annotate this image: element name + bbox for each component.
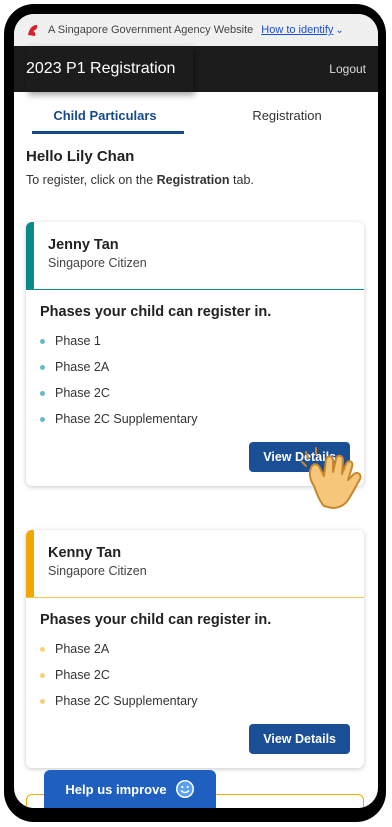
gov-masthead-text: A Singapore Government Agency Website (48, 24, 254, 36)
greeting-section: Hello Lily Chan To register, click on th… (14, 138, 378, 187)
phase-item: Phase 2A (40, 354, 350, 380)
lion-logo-icon (28, 25, 38, 36)
phase-item: Phase 2C (40, 380, 350, 406)
logout-button[interactable]: Logout (329, 62, 366, 76)
help-us-improve-button[interactable]: Help us improve (44, 770, 216, 808)
child-card-header: Kenny Tan Singapore Citizen (26, 530, 364, 598)
button-row: View Details (40, 724, 350, 754)
child-name: Kenny Tan (48, 545, 122, 561)
phone-frame: A Singapore Government Agency Website Ho… (4, 4, 386, 822)
chevron-down-icon: ⌄ (335, 25, 344, 36)
card-divider (26, 597, 364, 598)
app-header: 2023 P1 Registration Logout (14, 46, 378, 92)
card-accent-bar (26, 530, 34, 598)
tap-hand-icon (301, 447, 362, 509)
child-citizenship: Singapore Citizen (48, 256, 147, 270)
how-to-identify-link[interactable]: How to identify ⌄ (261, 24, 344, 36)
tab-bar: Child Particulars Registration (14, 92, 378, 138)
smiley-icon (175, 780, 194, 798)
card-accent-bar (26, 222, 34, 290)
phase-item: Phase 2A (40, 636, 350, 662)
greeting-title: Hello Lily Chan (26, 148, 135, 165)
app-title: 2023 P1 Registration (26, 60, 176, 77)
child-citizenship: Singapore Citizen (48, 564, 147, 578)
card-divider (26, 289, 364, 290)
tab-registration[interactable]: Registration (196, 92, 378, 138)
phase-item: Phase 2C (40, 662, 350, 688)
child-card-header: Jenny Tan Singapore Citizen (26, 222, 364, 290)
child-name: Jenny Tan (48, 237, 119, 253)
greeting-instruction: To register, click on the Registration t… (26, 173, 254, 187)
screen: A Singapore Government Agency Website Ho… (14, 14, 378, 808)
app-title-box: 2023 P1 Registration (26, 46, 193, 92)
phases-title: Phases your child can register in. (40, 612, 272, 628)
view-details-button[interactable]: View Details (249, 724, 350, 754)
tab-child-particulars[interactable]: Child Particulars (14, 92, 196, 138)
child-card-body: Phases your child can register in. Phase… (26, 598, 364, 768)
phase-item: Phase 2C Supplementary (40, 688, 350, 714)
phases-title: Phases your child can register in. (40, 304, 272, 320)
help-label[interactable]: Help us improve (65, 782, 166, 797)
child-card: Kenny Tan Singapore Citizen Phases your … (26, 530, 364, 768)
gov-masthead: A Singapore Government Agency Website Ho… (14, 14, 378, 46)
phase-item: Phase 2C Supplementary (40, 406, 350, 432)
phase-item: Phase 1 (40, 328, 350, 354)
